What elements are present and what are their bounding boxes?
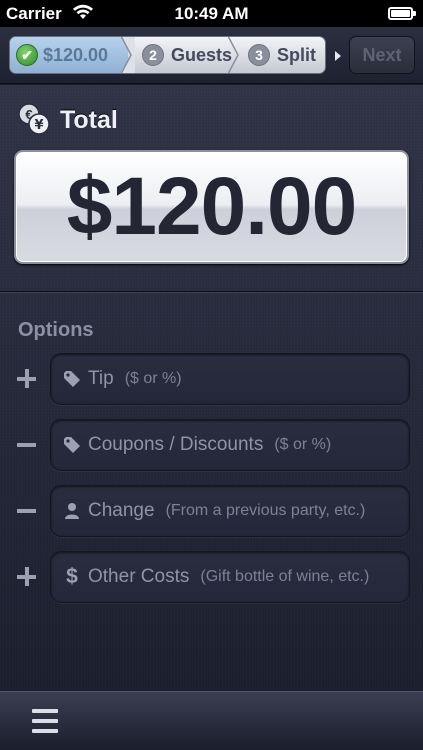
next-button[interactable]: Next bbox=[349, 36, 415, 74]
dollar-icon: $ bbox=[66, 565, 78, 588]
step-number-2: 2 bbox=[142, 44, 164, 66]
change-field[interactable]: Change (From a previous party, etc.) bbox=[50, 485, 410, 537]
tip-hint: ($ or %) bbox=[124, 370, 182, 387]
step-separator bbox=[228, 37, 242, 73]
remove-change-button[interactable] bbox=[16, 500, 38, 522]
currency-icon: € ¥ bbox=[17, 102, 51, 136]
clock: 10:49 AM bbox=[174, 4, 249, 23]
battery-icon bbox=[388, 7, 416, 20]
total-heading: Total bbox=[60, 106, 118, 134]
tag-icon bbox=[61, 434, 83, 456]
add-tip-button[interactable] bbox=[16, 368, 38, 390]
step-split-label: Split bbox=[277, 44, 316, 65]
step-guests-label: Guests bbox=[171, 44, 233, 65]
options-heading: Options bbox=[18, 319, 94, 341]
step-amount-label: $120.00 bbox=[43, 44, 109, 65]
person-icon bbox=[61, 500, 83, 522]
status-bar: Carrier 10:49 AM bbox=[0, 0, 423, 27]
total-amount: $120.00 bbox=[66, 161, 357, 252]
menu-icon[interactable] bbox=[32, 709, 58, 733]
navigation-bar: ✔ $120.00 2 Guests 3 Split Next bbox=[0, 27, 423, 84]
next-arrow-icon bbox=[335, 51, 341, 61]
tip-field[interactable]: Tip ($ or %) bbox=[50, 353, 410, 405]
change-hint: (From a previous party, etc.) bbox=[165, 502, 366, 519]
step-number-3: 3 bbox=[248, 44, 270, 66]
tip-label: Tip bbox=[88, 368, 114, 389]
step-amount[interactable]: ✔ $120.00 bbox=[10, 37, 128, 73]
change-label: Change bbox=[88, 500, 155, 521]
other-costs-field[interactable]: $ Other Costs (Gift bottle of wine, etc.… bbox=[50, 551, 410, 603]
section-divider bbox=[0, 291, 423, 293]
bottom-toolbar bbox=[0, 691, 423, 750]
coupons-discounts-label: Coupons / Discounts bbox=[88, 434, 264, 455]
step-guests[interactable]: 2 Guests bbox=[130, 37, 234, 73]
tag-icon bbox=[61, 368, 83, 390]
other-costs-hint: (Gift bottle of wine, etc.) bbox=[200, 568, 370, 585]
coupons-discounts-field[interactable]: Coupons / Discounts ($ or %) bbox=[50, 419, 410, 471]
checkmark-icon: ✔ bbox=[16, 44, 38, 66]
step-separator bbox=[121, 37, 135, 73]
add-other-costs-button[interactable] bbox=[16, 566, 38, 588]
total-amount-display[interactable]: $120.00 bbox=[14, 150, 409, 264]
step-progress-control: ✔ $120.00 2 Guests 3 Split bbox=[9, 36, 326, 74]
svg-text:¥: ¥ bbox=[34, 118, 43, 133]
main-content: € ¥ Total $120.00 Options Tip ($ or %) C… bbox=[0, 85, 423, 691]
other-costs-label: Other Costs bbox=[88, 566, 190, 587]
remove-coupons-button[interactable] bbox=[16, 434, 38, 456]
step-split[interactable]: 3 Split bbox=[236, 37, 325, 73]
coupons-discounts-hint: ($ or %) bbox=[274, 436, 332, 453]
